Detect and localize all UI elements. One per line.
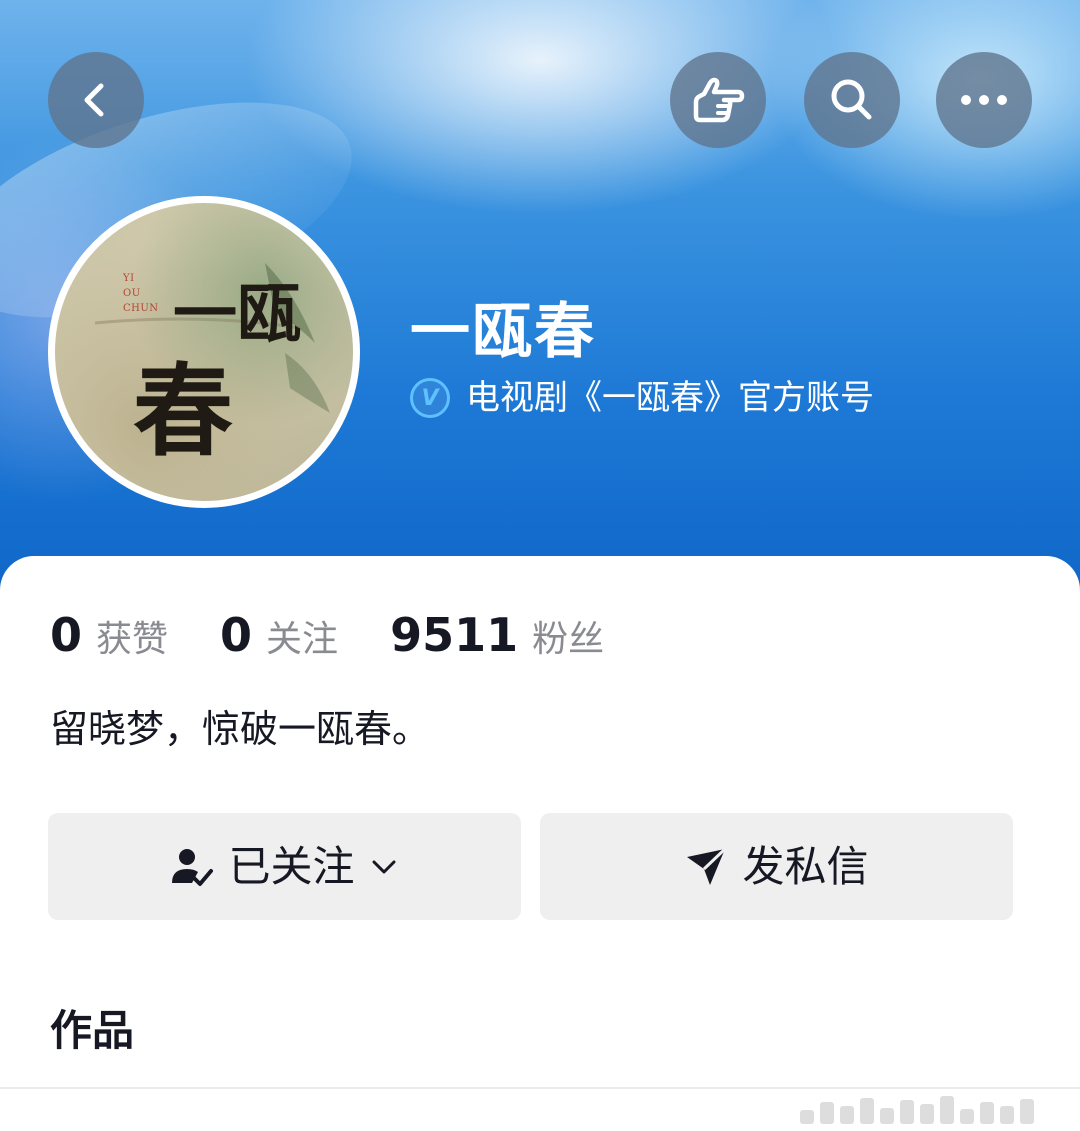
profile-bio: 留晓梦，惊破一瓯春。	[50, 707, 431, 751]
share-button[interactable]	[670, 52, 766, 148]
back-button[interactable]	[48, 52, 144, 148]
stat-likes[interactable]: 0 获赞	[50, 610, 168, 665]
stat-likes-label: 获赞	[96, 619, 169, 660]
paper-plane-icon	[687, 847, 727, 885]
send-message-label: 发私信	[742, 841, 869, 891]
chevron-down-icon	[372, 860, 395, 873]
stat-followers-value: 9511	[390, 608, 519, 662]
search-icon	[831, 79, 872, 120]
following-button[interactable]: 已关注	[48, 813, 521, 920]
pointing-hand-icon	[693, 77, 745, 123]
verification-badge[interactable]: V 电视剧《一瓯春》官方账号	[410, 376, 874, 420]
search-button[interactable]	[804, 52, 900, 148]
tab-works[interactable]: 作品	[50, 1004, 134, 1058]
user-check-icon	[172, 848, 214, 886]
verification-text: 电视剧《一瓯春》官方账号	[466, 378, 874, 418]
stat-following[interactable]: 0 关注	[220, 610, 338, 665]
send-message-button[interactable]: 发私信	[540, 813, 1013, 920]
stats-row: 0 获赞 0 关注 9511 粉丝	[50, 610, 656, 660]
stat-following-label: 关注	[266, 619, 339, 660]
stat-following-value: 0	[220, 608, 253, 662]
more-dots-icon	[961, 95, 1007, 105]
more-button[interactable]	[936, 52, 1032, 148]
avatar[interactable]: YI OU CHUN 一瓯 春	[48, 196, 360, 508]
divider	[0, 1087, 1080, 1089]
avatar-calligraphy-top: 一瓯	[173, 277, 301, 352]
verified-v-icon: V	[410, 378, 450, 418]
following-button-label: 已关注	[228, 841, 355, 891]
watermark-bars	[800, 1094, 1070, 1124]
avatar-small-text: YI OU CHUN	[123, 273, 159, 314]
chevron-left-icon	[84, 83, 104, 117]
stat-followers-label: 粉丝	[532, 619, 605, 660]
avatar-calligraphy-bottom: 春	[133, 352, 233, 470]
stat-likes-value: 0	[50, 608, 83, 662]
profile-name: 一瓯春	[410, 297, 596, 367]
stat-followers[interactable]: 9511 粉丝	[390, 610, 604, 665]
